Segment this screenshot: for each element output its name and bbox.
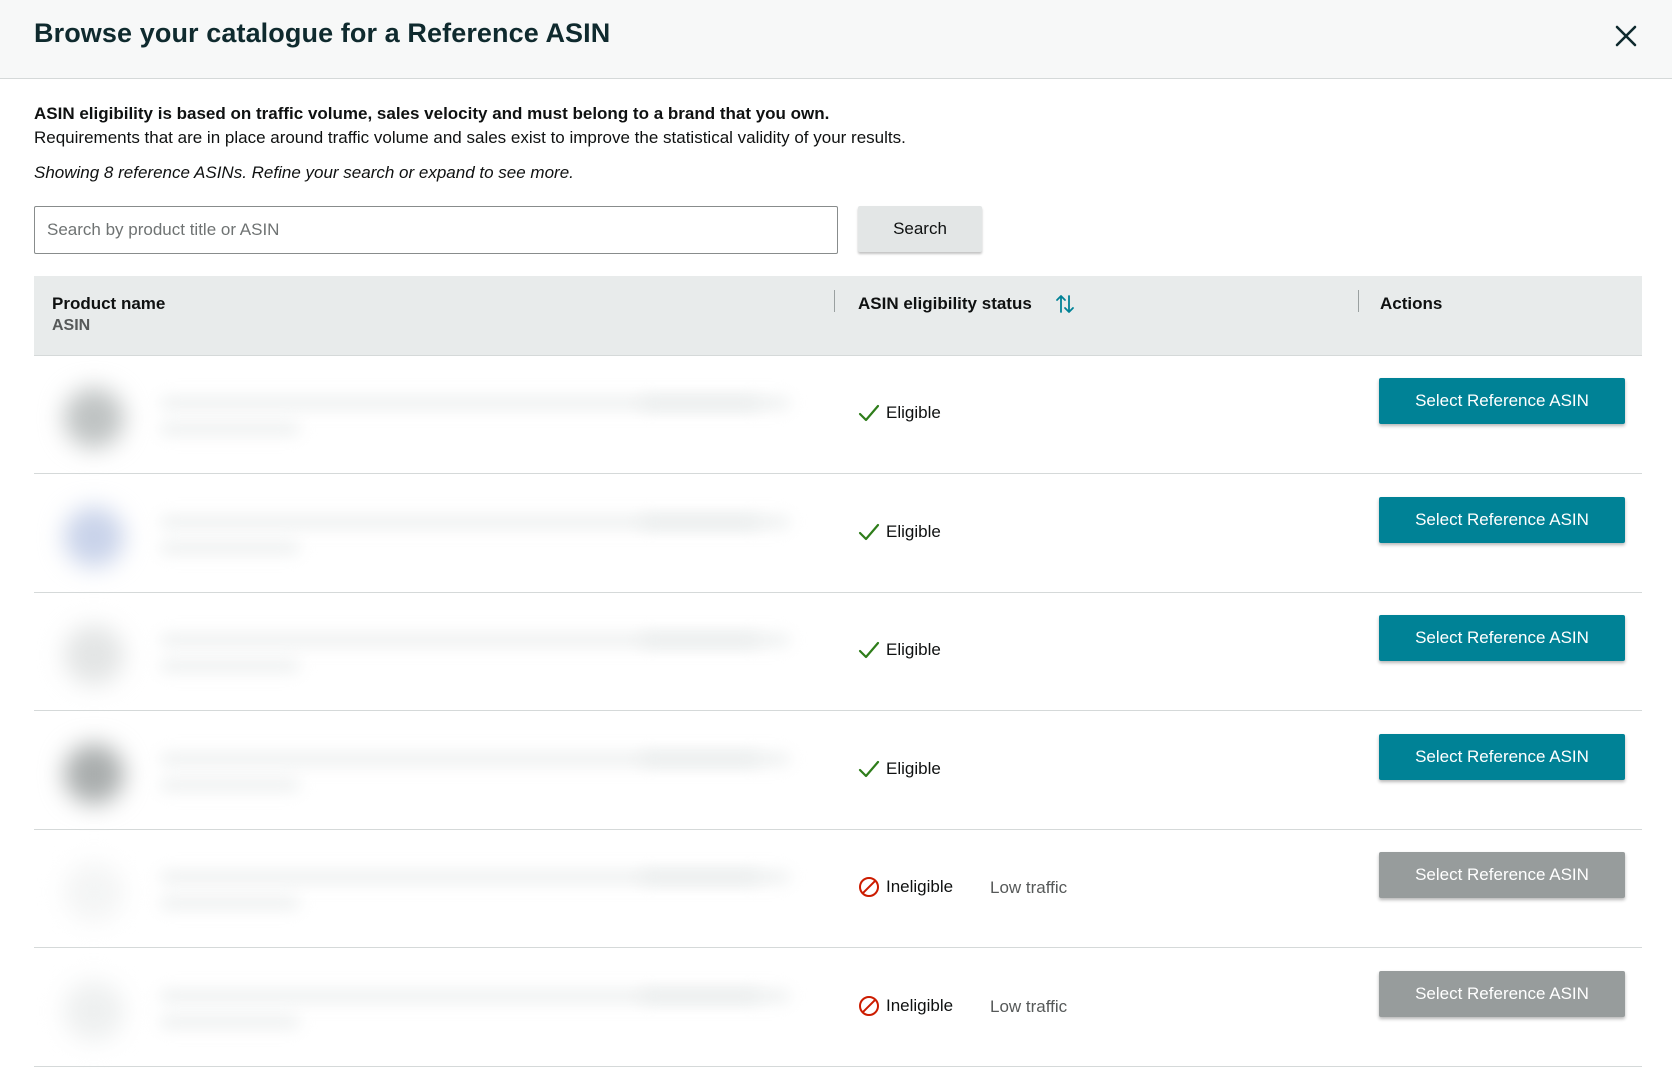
- product-text-blurred: [160, 424, 300, 434]
- prohibited-icon: [859, 877, 879, 897]
- modal-title: Browse your catalogue for a Reference AS…: [34, 18, 611, 48]
- product-text-blurred: [160, 898, 300, 908]
- select-reference-asin-button[interactable]: Select Reference ASIN: [1379, 378, 1625, 424]
- checkmark-icon: [858, 641, 880, 659]
- select-reference-asin-button: Select Reference ASIN: [1379, 852, 1625, 898]
- table-header: Product name ASIN ASIN eligibility statu…: [34, 276, 1642, 356]
- ineligibility-reason: Low traffic: [990, 878, 1068, 897]
- product-text-blurred: [640, 991, 790, 1001]
- column-header-eligibility-status: ASIN eligibility status: [858, 294, 1032, 313]
- product-thumbnail: [64, 507, 124, 567]
- column-divider: [834, 290, 835, 312]
- product-text-blurred: [160, 661, 300, 671]
- modal-header: Browse your catalogue for a Reference AS…: [0, 0, 1672, 79]
- requirements-description: Requirements that are in place around tr…: [34, 128, 906, 147]
- product-cell-blurred: [40, 842, 844, 946]
- eligibility-status: Eligible: [858, 400, 941, 426]
- table-row: Eligible Select Reference ASIN: [34, 475, 1642, 593]
- product-cell-blurred: [40, 368, 844, 472]
- table-row: Eligible Select Reference ASIN: [34, 593, 1642, 711]
- product-thumbnail: [64, 862, 124, 922]
- results-count-text: Showing 8 reference ASINs. Refine your s…: [34, 163, 574, 182]
- status-text: Eligible: [886, 522, 941, 541]
- product-text-blurred: [160, 543, 300, 553]
- column-header-actions: Actions: [1380, 294, 1443, 313]
- table-row: Eligible Select Reference ASIN: [34, 712, 1642, 830]
- product-thumbnail: [64, 744, 124, 804]
- product-text-blurred: [640, 754, 790, 764]
- select-reference-asin-button[interactable]: Select Reference ASIN: [1379, 615, 1625, 661]
- select-reference-asin-button: Select Reference ASIN: [1379, 971, 1625, 1017]
- status-text: Eligible: [886, 403, 941, 422]
- column-header-asin: ASIN: [52, 317, 91, 334]
- product-thumbnail: [64, 625, 124, 685]
- search-input[interactable]: [34, 206, 838, 254]
- status-text: Ineligible: [886, 996, 954, 1015]
- table-row: Ineligible Low traffic Select Reference AS…: [34, 949, 1642, 1067]
- column-header-product-name: Product name: [52, 294, 166, 313]
- eligibility-status: Eligible: [858, 756, 941, 782]
- checkmark-icon: [858, 760, 880, 778]
- column-divider: [1358, 290, 1359, 312]
- product-text-blurred: [640, 517, 790, 527]
- ineligibility-reason: Low traffic: [990, 997, 1068, 1016]
- product-cell-blurred: [40, 487, 844, 591]
- product-cell-blurred: [40, 724, 844, 828]
- sort-icon[interactable]: [1054, 292, 1076, 316]
- eligibility-status: Eligible: [858, 637, 941, 663]
- eligibility-description: ASIN eligibility is based on traffic vol…: [34, 104, 830, 123]
- eligibility-status: Ineligible: [858, 993, 953, 1019]
- checkmark-icon: [858, 404, 880, 422]
- product-cell-blurred: [40, 961, 844, 1065]
- close-icon: [1615, 25, 1637, 47]
- table-row: Eligible Select Reference ASIN: [34, 356, 1642, 474]
- product-thumbnail: [64, 388, 124, 448]
- status-text: Eligible: [886, 759, 941, 778]
- eligibility-status: Eligible: [858, 519, 941, 545]
- product-thumbnail: [64, 981, 124, 1041]
- product-text-blurred: [640, 398, 790, 408]
- close-button[interactable]: [1610, 20, 1642, 52]
- search-button[interactable]: Search: [858, 206, 982, 252]
- select-reference-asin-button[interactable]: Select Reference ASIN: [1379, 497, 1625, 543]
- status-text: Eligible: [886, 640, 941, 659]
- product-text-blurred: [640, 872, 790, 882]
- prohibited-icon: [859, 996, 879, 1016]
- product-cell-blurred: [40, 605, 844, 709]
- eligibility-status: Ineligible: [858, 874, 953, 900]
- table-row: Ineligible Low traffic Select Reference AS…: [34, 830, 1642, 948]
- product-text-blurred: [160, 1017, 300, 1027]
- checkmark-icon: [858, 523, 880, 541]
- product-text-blurred: [160, 780, 300, 790]
- product-text-blurred: [640, 635, 790, 645]
- reference-asin-modal: Browse your catalogue for a Reference AS…: [0, 0, 1672, 1074]
- select-reference-asin-button[interactable]: Select Reference ASIN: [1379, 734, 1625, 780]
- status-text: Ineligible: [886, 877, 954, 896]
